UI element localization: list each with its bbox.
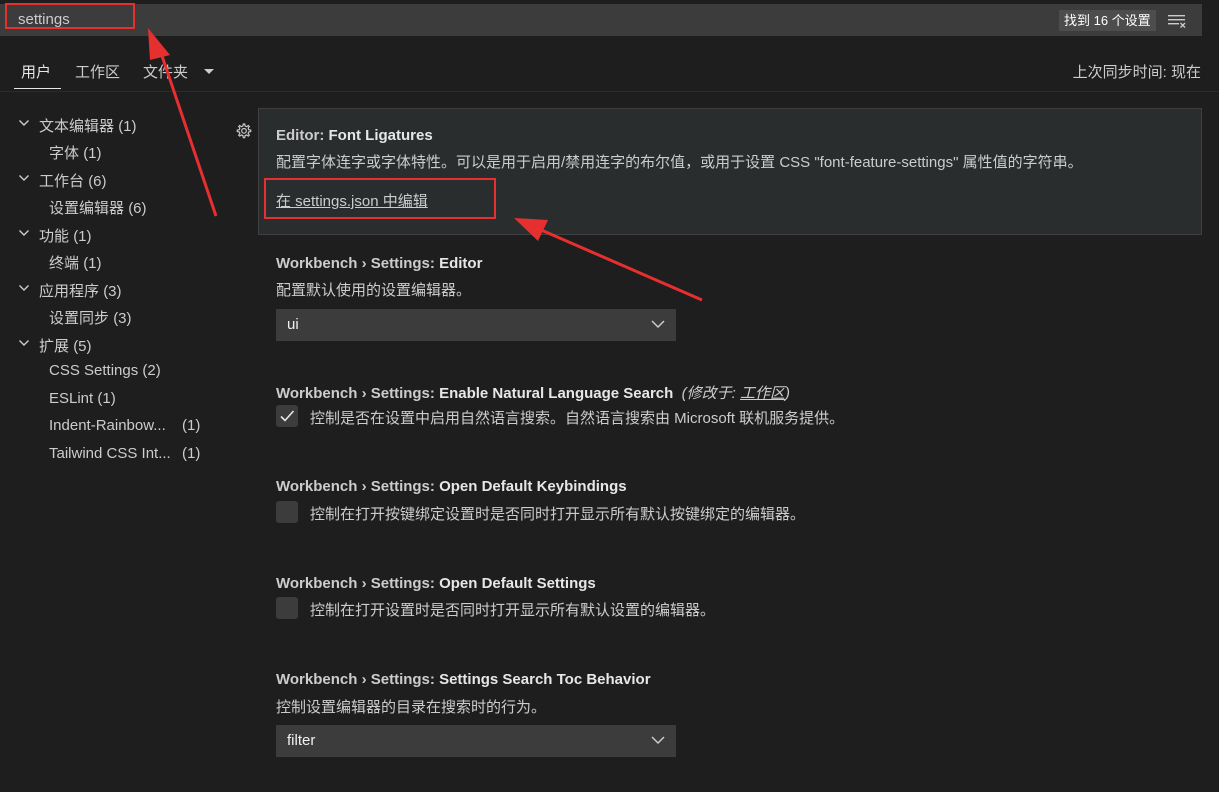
modified-prefix: (修改于:	[681, 385, 741, 402]
toc-item-font[interactable]: 字体 (1)	[49, 142, 102, 163]
checkmark-icon	[280, 410, 295, 422]
toc-item-text-editor[interactable]: 文本编辑器 (1)	[39, 115, 137, 136]
natural-language-search-checkbox[interactable]	[276, 405, 298, 427]
setting-description: 控制在打开按键绑定设置时是否同时打开显示所有默认按键绑定的编辑器。	[310, 506, 806, 523]
setting-category: Workbench › Settings:	[276, 575, 440, 592]
setting-title: Workbench › Settings: Settings Search To…	[276, 671, 651, 688]
toc-label: 文本编辑器	[39, 118, 115, 135]
toc-count: (5)	[73, 338, 92, 355]
toc-item-workbench[interactable]: 工作台 (6)	[39, 170, 107, 191]
toc-label: ESLint	[49, 390, 94, 407]
toc-label: Indent-Rainbow...	[49, 417, 166, 434]
modified-indicator: (修改于: 工作区)	[682, 385, 790, 402]
active-tab-indicator	[14, 88, 61, 89]
filter-list-icon[interactable]	[1167, 13, 1187, 29]
search-toc-behavior-select[interactable]: filter	[276, 725, 676, 757]
setting-name: Open Default Keybindings	[439, 478, 627, 495]
select-value: filter	[287, 732, 316, 749]
setting-category: Editor:	[276, 127, 329, 144]
toc-item-application[interactable]: 应用程序 (3)	[39, 280, 122, 301]
setting-category: Workbench › Settings:	[276, 478, 440, 495]
setting-category: Workbench › Settings:	[276, 385, 440, 402]
setting-description: 控制是否在设置中启用自然语言搜索。自然语言搜索由 Microsoft 联机服务提…	[310, 410, 845, 427]
tab-folder[interactable]: 文件夹	[143, 61, 188, 82]
toc-label: 字体	[49, 145, 80, 162]
modified-scope-link[interactable]: 工作区	[740, 385, 785, 402]
toc-item-tailwind-css[interactable]: Tailwind CSS Int... (1)	[49, 445, 200, 462]
setting-description: 控制设置编辑器的目录在搜索时的行为。	[276, 699, 547, 716]
sync-status: 上次同步时间: 现在	[1072, 64, 1201, 81]
toc-item-extensions[interactable]: 扩展 (5)	[39, 335, 92, 356]
search-result-count-badge: 找到 16 个设置	[1059, 10, 1156, 31]
toc-count: (1)	[97, 390, 116, 407]
toc-item-settings-editor[interactable]: 设置编辑器 (6)	[49, 197, 147, 218]
search-bar[interactable]: settings 找到 16 个设置	[0, 4, 1202, 36]
toc-count: (1)	[83, 255, 102, 272]
toc-count: (1)	[118, 118, 137, 135]
toc-label: Tailwind CSS Int...	[49, 445, 171, 462]
toc-count: (6)	[88, 173, 107, 190]
toc-count: (1)	[83, 145, 102, 162]
select-value: ui	[287, 316, 299, 333]
tab-user[interactable]: 用户	[21, 61, 51, 82]
setting-title: Workbench › Settings: Open Default Keybi…	[276, 478, 627, 495]
chevron-down-icon[interactable]	[18, 227, 30, 239]
search-annotation-box	[5, 3, 135, 29]
chevron-down-icon[interactable]	[18, 117, 30, 129]
toc-label: 功能	[39, 228, 70, 245]
modified-suffix: )	[785, 385, 791, 402]
chevron-down-icon[interactable]	[18, 337, 30, 349]
chevron-down-icon[interactable]	[18, 172, 30, 184]
chevron-down-icon[interactable]	[18, 282, 30, 294]
setting-name: Open Default Settings	[439, 575, 596, 592]
chevron-down-icon	[651, 320, 665, 329]
settings-editor-select[interactable]: ui	[276, 309, 676, 341]
setting-category: Workbench › Settings:	[276, 671, 440, 688]
toc-count: (2)	[142, 362, 161, 379]
setting-name: Enable Natural Language Search	[439, 385, 674, 402]
settings-scope-tabs: 用户 工作区 文件夹 上次同步时间: 现在	[0, 46, 1219, 92]
toc-label: 终端	[49, 255, 80, 272]
setting-title: Editor: Font Ligatures	[276, 127, 433, 144]
toc-label: 设置同步	[49, 310, 110, 327]
toc-label: CSS Settings	[49, 362, 139, 379]
setting-description: 配置默认使用的设置编辑器。	[276, 282, 472, 299]
toc-label: 设置编辑器	[49, 200, 125, 217]
toc-item-eslint[interactable]: ESLint (1)	[49, 390, 116, 407]
tabs-divider	[0, 91, 1219, 92]
toc-count: (1)	[182, 445, 201, 462]
setting-description: 配置字体连字或字体特性。可以是用于启用/禁用连字的布尔值，或用于设置 CSS "…	[276, 154, 1083, 171]
setting-name: Font Ligatures	[328, 127, 433, 144]
tab-workspace[interactable]: 工作区	[75, 61, 120, 82]
setting-title: Workbench › Settings: Open Default Setti…	[276, 575, 596, 592]
toc-item-settings-sync[interactable]: 设置同步 (3)	[49, 307, 132, 328]
toc-count: (3)	[103, 283, 122, 300]
toc-item-indent-rainbow[interactable]: Indent-Rainbow... (1)	[49, 417, 200, 434]
toc-count: (6)	[128, 200, 147, 217]
setting-name: Settings Search Toc Behavior	[439, 671, 651, 688]
toc-item-features[interactable]: 功能 (1)	[39, 225, 92, 246]
toc-item-css-settings[interactable]: CSS Settings (2)	[49, 362, 161, 379]
setting-title: Workbench › Settings: Editor	[276, 255, 482, 272]
toc-label: 工作台	[39, 173, 85, 190]
toc-label: 扩展	[39, 338, 70, 355]
chevron-down-icon[interactable]	[203, 68, 215, 76]
gear-icon[interactable]	[235, 122, 253, 140]
link-annotation-box	[264, 178, 496, 219]
setting-category: Workbench › Settings:	[276, 255, 440, 272]
toc-count: (3)	[113, 310, 132, 327]
open-default-keybindings-checkbox[interactable]	[276, 501, 298, 523]
chevron-down-icon	[651, 736, 665, 745]
toc-count: (1)	[73, 228, 92, 245]
toc-count: (1)	[182, 417, 201, 434]
setting-description: 控制在打开设置时是否同时打开显示所有默认设置的编辑器。	[310, 602, 716, 619]
setting-title: Workbench › Settings: Enable Natural Lan…	[276, 382, 790, 403]
setting-name: Editor	[439, 255, 483, 272]
toc-item-terminal[interactable]: 终端 (1)	[49, 252, 102, 273]
toc-label: 应用程序	[39, 283, 100, 300]
open-default-settings-checkbox[interactable]	[276, 597, 298, 619]
